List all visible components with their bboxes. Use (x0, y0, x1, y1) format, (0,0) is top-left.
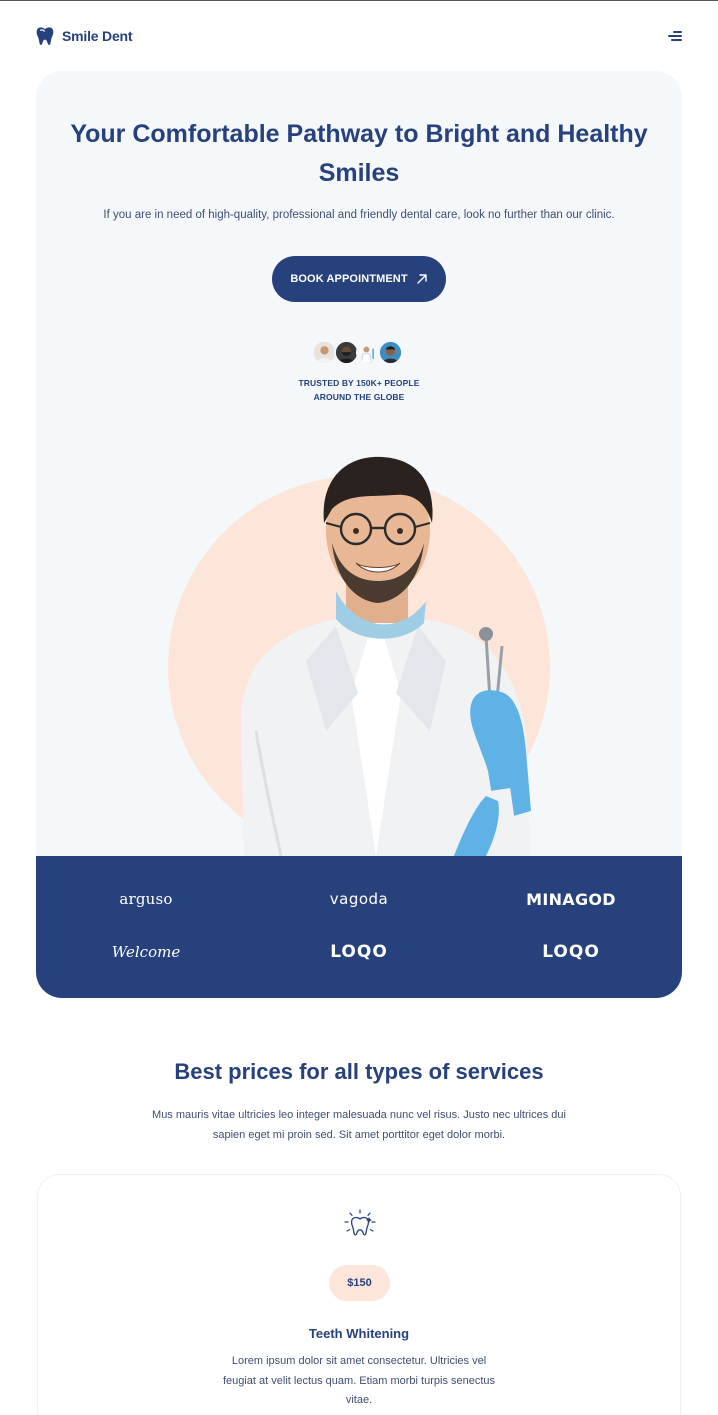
avatar (378, 340, 403, 365)
hamburger-menu-icon[interactable] (666, 29, 682, 43)
trusted-line-1: TRUSTED BY 150K+ PEOPLE (298, 378, 420, 388)
top-border (0, 0, 718, 1)
book-appointment-button[interactable]: BOOK APPOINTMENT (272, 256, 446, 302)
trusted-avatars (312, 340, 406, 366)
hero-title: Your Comfortable Pathway to Bright and H… (70, 120, 648, 187)
partner-logo-arguso: arguso (119, 890, 173, 908)
tooth-logo-icon (36, 27, 54, 45)
partner-logo-minagod: MINAGOD (526, 890, 616, 909)
partner-logo-loqo: LOQO (542, 942, 600, 962)
service-title: Teeth Whitening (308, 1326, 410, 1341)
partner-logo-welcome: Welcome (111, 943, 181, 961)
book-appointment-label: BOOK APPOINTMENT (290, 273, 408, 285)
hero-subtitle: If you are in need of high-quality, prof… (103, 209, 615, 221)
service-card[interactable]: $150 Teeth Whitening Lorem ipsum dolor s… (37, 1174, 681, 1415)
price-badge: $150 (329, 1265, 390, 1301)
site-header: Smile Dent (36, 24, 682, 48)
dentist-photo (241, 456, 531, 856)
brand[interactable]: Smile Dent (36, 26, 133, 46)
service-description: Lorem ipsum dolor sit amet consectetur. … (222, 1355, 496, 1406)
services-subtitle: Mus mauris vitae ultricies leo integer m… (152, 1109, 566, 1141)
partner-logo-loqo: LOQO (330, 942, 388, 962)
trusted-line-2: AROUND THE GLOBE (313, 392, 405, 402)
hero-section: Your Comfortable Pathway to Bright and H… (36, 71, 682, 998)
partner-logos-band: arguso vagoda MINAGOD Welcome LOQO LOQO (36, 856, 682, 998)
sparkling-tooth-icon (344, 1209, 376, 1236)
services-title: Best prices for all types of services (174, 1059, 544, 1084)
trusted-text: TRUSTED BY 150K+ PEOPLE AROUND THE GLOBE (259, 376, 459, 404)
arrow-up-right-icon (416, 274, 427, 284)
partner-logo-vagoda: vagoda (329, 890, 389, 908)
brand-name: Smile Dent (62, 28, 133, 44)
